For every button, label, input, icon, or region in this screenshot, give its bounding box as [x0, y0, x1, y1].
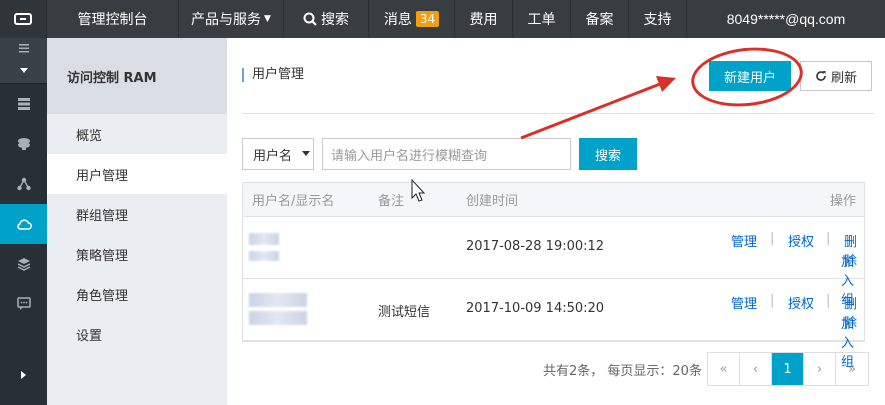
redacted-username	[249, 233, 279, 245]
table-row: 测试短信 2017-10-09 14:50:20 管理 | 授权 | 删除 加入…	[243, 279, 864, 370]
database-icon[interactable]	[0, 124, 47, 164]
redacted-display-name	[249, 311, 307, 325]
caret-down-icon	[302, 151, 311, 156]
main-content: 用户管理 新建用户 刷新 用户名 请输入用户名进行模糊查询 搜索 用户名/显示名…	[227, 38, 885, 405]
next-page-button[interactable]: ›	[804, 353, 836, 385]
collapse-arrow-icon[interactable]	[0, 58, 47, 84]
header-note: 备注	[378, 194, 405, 209]
messages-link[interactable]: 消息 34	[369, 0, 455, 38]
search-input[interactable]: 请输入用户名进行模糊查询	[322, 138, 571, 170]
fees-link[interactable]: 费用	[455, 0, 513, 38]
first-page-button[interactable]: «	[708, 353, 740, 385]
users-table: 用户名/显示名 备注 创建时间 操作 2017-08-28 19:00:12 管…	[242, 182, 865, 370]
menu-toggle-icon[interactable]	[0, 38, 47, 58]
sidebar-item-users[interactable]: 用户管理	[47, 154, 227, 194]
logo-icon	[14, 13, 32, 25]
refresh-button[interactable]: 刷新	[800, 61, 872, 91]
separator: |	[826, 293, 831, 308]
manage-link[interactable]: 管理	[731, 231, 757, 250]
row-note: 测试短信	[378, 305, 431, 320]
products-label: 产品与服务	[191, 12, 262, 28]
pager-summary: 共有2条， 每页显示：20条	[543, 364, 702, 379]
table-header: 用户名/显示名 备注 创建时间 操作	[243, 183, 864, 217]
prev-page-button[interactable]: ‹	[740, 353, 772, 385]
caret-down-icon: ▼	[264, 14, 271, 24]
sidebar-item-groups[interactable]: 群组管理	[47, 194, 227, 234]
cloud-icon[interactable]	[0, 204, 47, 244]
row-created: 2017-08-28 19:00:12	[466, 239, 605, 254]
refresh-icon	[816, 71, 826, 81]
field-select[interactable]: 用户名	[242, 138, 314, 170]
network-icon[interactable]	[0, 164, 47, 204]
search-link[interactable]: 搜索	[284, 0, 369, 38]
pagination: « ‹ 1 › »	[707, 352, 869, 386]
search-label: 搜索	[321, 12, 349, 28]
messages-label: 消息	[383, 12, 412, 28]
last-page-button[interactable]: »	[836, 353, 868, 385]
icon-rail	[0, 38, 47, 405]
separator: |	[770, 293, 775, 308]
row-created: 2017-10-09 14:50:20	[466, 301, 605, 316]
expand-arrow-icon[interactable]	[0, 355, 47, 395]
aliyun-logo[interactable]	[0, 0, 47, 38]
row-actions: 管理 | 授权 | 删除 加入组	[684, 279, 864, 370]
header-actions: 操作	[829, 194, 856, 209]
message-icon[interactable]	[0, 284, 47, 324]
redacted-display-name	[249, 251, 279, 261]
table-row: 2017-08-28 19:00:12 管理 | 授权 | 删除 加入组	[243, 217, 864, 308]
refresh-label: 刷新	[830, 70, 857, 86]
page-title: 用户管理	[242, 68, 304, 82]
layers-icon[interactable]	[0, 244, 47, 284]
page-1-button[interactable]: 1	[772, 353, 804, 385]
separator: |	[826, 231, 831, 246]
top-navbar: 管理控制台 产品与服务 ▼ 搜索 消息 34 费用 工单 备案 支持 8049**…	[0, 0, 885, 38]
sidebar-item-overview[interactable]: 概览	[47, 114, 227, 154]
authorize-link[interactable]: 授权	[788, 293, 814, 312]
ram-sidebar: 访问控制 RAM 概览 用户管理 群组管理 策略管理 角色管理 设置	[47, 38, 227, 405]
manage-link[interactable]: 管理	[731, 293, 757, 312]
row-actions: 管理 | 授权 | 删除 加入组	[684, 217, 864, 308]
redacted-username	[249, 293, 307, 307]
console-link[interactable]: 管理控制台	[47, 0, 179, 38]
support-link[interactable]: 支持	[629, 0, 687, 38]
products-menu[interactable]: 产品与服务 ▼	[179, 0, 284, 38]
header-username: 用户名/显示名	[252, 194, 335, 209]
separator: |	[770, 231, 775, 246]
field-select-value: 用户名	[253, 148, 293, 164]
search-icon	[303, 12, 317, 26]
header-created: 创建时间	[466, 194, 519, 209]
search-button[interactable]: 搜索	[579, 138, 637, 170]
sidebar-item-settings[interactable]: 设置	[47, 314, 227, 354]
sidebar-item-policies[interactable]: 策略管理	[47, 234, 227, 274]
message-count-badge: 34	[415, 11, 440, 27]
beian-link[interactable]: 备案	[571, 0, 629, 38]
server-icon[interactable]	[0, 84, 47, 124]
tickets-link[interactable]: 工单	[513, 0, 571, 38]
filter-bar: 用户名 请输入用户名进行模糊查询 搜索	[242, 138, 637, 170]
authorize-link[interactable]: 授权	[788, 231, 814, 250]
user-account-menu[interactable]: 8049*****@qq.com	[687, 0, 885, 38]
sidebar-item-roles[interactable]: 角色管理	[47, 274, 227, 314]
ram-sidebar-title: 访问控制 RAM	[47, 38, 227, 114]
